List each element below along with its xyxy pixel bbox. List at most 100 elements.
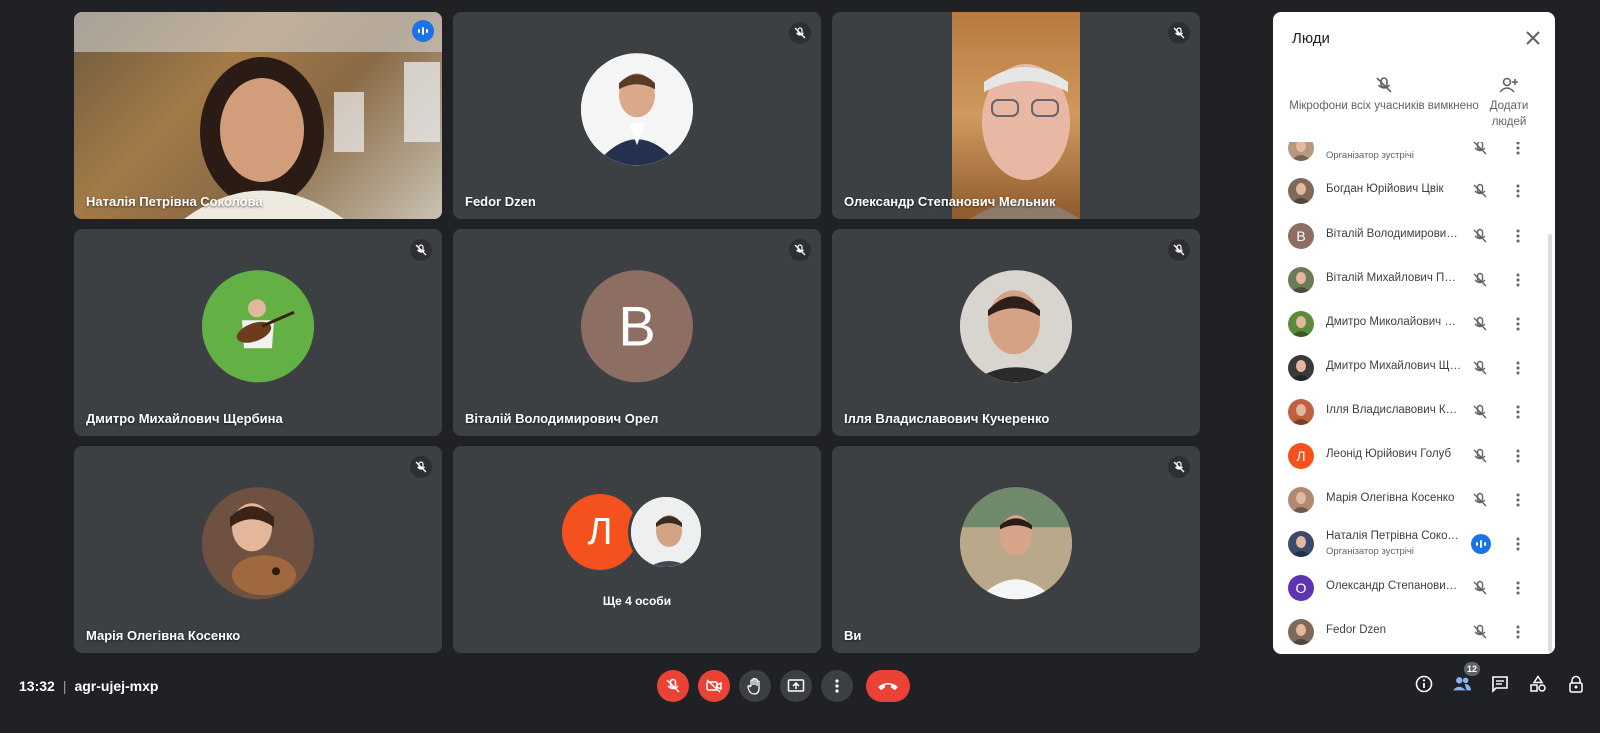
more-participants-avatars: Л bbox=[562, 494, 712, 570]
mic-off-icon bbox=[410, 239, 432, 261]
more-vert-icon[interactable] bbox=[1510, 359, 1526, 377]
more-vert-icon[interactable] bbox=[1510, 579, 1526, 597]
video-tile[interactable]: Марія Олегівна Косенко bbox=[74, 446, 442, 653]
camera-toggle-button[interactable] bbox=[698, 670, 730, 702]
participant-name: Олександр Степанович Мельник bbox=[1326, 580, 1462, 592]
video-tile[interactable]: Fedor Dzen bbox=[453, 12, 821, 219]
participant-initial-avatar: О bbox=[1288, 575, 1314, 601]
participant-name: Віталій Володимирович Орел bbox=[465, 411, 659, 426]
close-icon[interactable] bbox=[1523, 28, 1543, 48]
participant-avatar bbox=[1288, 311, 1314, 337]
present-icon bbox=[787, 679, 805, 692]
participant-avatar bbox=[1288, 355, 1314, 381]
more-vert-icon[interactable] bbox=[1510, 447, 1526, 465]
more-vert-icon[interactable] bbox=[1510, 491, 1526, 509]
video-tile[interactable]: Наталія Петрівна Соколова bbox=[74, 12, 442, 219]
participant-row[interactable]: Віталій Михайлович Поспєлов bbox=[1273, 258, 1547, 302]
mic-off-icon[interactable] bbox=[1471, 359, 1489, 377]
people-panel: Люди Мікрофони всіх учасників вимкнено Д… bbox=[1273, 12, 1555, 654]
mute-all-button[interactable]: Мікрофони всіх учасників вимкнено bbox=[1289, 72, 1479, 114]
more-vert-icon[interactable] bbox=[1510, 315, 1526, 333]
mic-off-icon bbox=[1168, 456, 1190, 478]
participant-role: Організатор зустрічі bbox=[1326, 546, 1414, 557]
video-tile[interactable]: В Віталій Володимирович Орел bbox=[453, 229, 821, 436]
mic-off-icon[interactable] bbox=[1471, 315, 1489, 333]
mic-off-icon[interactable] bbox=[1471, 142, 1489, 157]
participant-avatar bbox=[1288, 399, 1314, 425]
mic-off-icon[interactable] bbox=[1471, 623, 1489, 641]
participant-name: Дмитро Михайлович Щербина bbox=[86, 411, 283, 426]
participant-name: Марія Олегівна Косенко bbox=[86, 628, 241, 643]
mic-off-icon[interactable] bbox=[1471, 447, 1489, 465]
hang-up-icon bbox=[878, 683, 898, 690]
meeting-code[interactable]: agr-ujej-mxp bbox=[74, 678, 158, 694]
participant-row[interactable]: В Віталій Володимирович Орел bbox=[1273, 214, 1547, 258]
people-button[interactable]: 12 bbox=[1452, 662, 1480, 694]
mic-off-icon[interactable] bbox=[1471, 491, 1489, 509]
speaking-indicator-icon bbox=[1471, 534, 1491, 554]
more-vert-icon[interactable] bbox=[1510, 535, 1526, 553]
more-vert-icon[interactable] bbox=[1510, 182, 1526, 200]
participant-list-scrollbar[interactable] bbox=[1548, 234, 1552, 652]
participant-row[interactable]: Ілля Владиславович Кучеренко bbox=[1273, 390, 1547, 434]
participant-row[interactable]: О Олександр Степанович Мельник bbox=[1273, 566, 1547, 610]
hand-icon bbox=[747, 677, 760, 695]
more-vert-icon[interactable] bbox=[1510, 142, 1526, 157]
more-vert-icon[interactable] bbox=[1510, 271, 1526, 289]
participant-name: Наталія Петрівна Соколова bbox=[1326, 530, 1462, 542]
participant-avatar bbox=[960, 269, 1072, 382]
participant-initial-avatar: Л bbox=[562, 494, 638, 570]
raise-hand-button[interactable] bbox=[739, 670, 771, 702]
meeting-details-button[interactable] bbox=[1414, 674, 1434, 694]
add-people-button[interactable]: Додати людей bbox=[1479, 72, 1539, 130]
participant-video bbox=[74, 12, 442, 219]
activities-button[interactable] bbox=[1528, 674, 1548, 694]
more-vert-icon[interactable] bbox=[1510, 623, 1526, 641]
participant-row[interactable]: Fedor Dzen bbox=[1273, 610, 1547, 654]
participant-avatar bbox=[1288, 267, 1314, 293]
participant-avatar bbox=[202, 269, 314, 382]
chat-button[interactable] bbox=[1490, 674, 1510, 694]
participant-initial-avatar: Л bbox=[1288, 443, 1314, 469]
video-tile[interactable]: Олександр Степанович Мельник bbox=[832, 12, 1200, 219]
more-vert-icon[interactable] bbox=[1510, 227, 1526, 245]
participant-row[interactable]: Дмитро Михайлович Щербина bbox=[1273, 346, 1547, 390]
speaking-indicator-icon bbox=[412, 20, 434, 42]
participant-row[interactable]: Богдан Юрійович Цвік bbox=[1273, 169, 1547, 213]
participant-name: Віталій Володимирович Орел bbox=[1326, 228, 1462, 240]
present-screen-button[interactable] bbox=[780, 670, 812, 702]
people-count-badge: 12 bbox=[1463, 662, 1480, 676]
participant-name: Марія Олегівна Косенко bbox=[1326, 492, 1455, 504]
bottom-toolbar: 13:32 | agr-ujej-mxp 12 bbox=[0, 660, 1600, 716]
participant-avatar bbox=[1288, 487, 1314, 513]
participant-name: Віталій Михайлович Поспєлов bbox=[1326, 272, 1462, 284]
participant-row[interactable]: Марія Олегівна Косенко bbox=[1273, 478, 1547, 522]
mic-off-icon[interactable] bbox=[1471, 579, 1489, 597]
video-tile[interactable]: Ілля Владиславович Кучеренко bbox=[832, 229, 1200, 436]
host-controls-button[interactable] bbox=[1566, 674, 1586, 694]
meeting-time: 13:32 bbox=[19, 678, 55, 694]
call-controls bbox=[657, 670, 910, 704]
more-options-button[interactable] bbox=[821, 670, 853, 702]
participant-row[interactable]: Наталія Петрівна Соколова Організатор зус… bbox=[1273, 522, 1547, 566]
participant-initial-avatar: В bbox=[1288, 223, 1314, 249]
mic-off-icon[interactable] bbox=[1471, 271, 1489, 289]
participant-row[interactable]: Л Леонід Юрійович Голуб bbox=[1273, 434, 1547, 478]
mic-off-icon[interactable] bbox=[1471, 182, 1489, 200]
leave-call-button[interactable] bbox=[866, 670, 910, 702]
video-tile[interactable]: Дмитро Михайлович Щербина bbox=[74, 229, 442, 436]
more-participants-tile[interactable]: Л Ще 4 особи bbox=[453, 446, 821, 653]
video-grid: Наталія Петрівна Соколова Fedor Dzen Оле… bbox=[74, 12, 1202, 653]
mic-off-icon[interactable] bbox=[1471, 403, 1489, 421]
self-video-tile[interactable]: Ви bbox=[832, 446, 1200, 653]
chat-icon bbox=[1492, 676, 1508, 693]
mic-off-icon[interactable] bbox=[1471, 227, 1489, 245]
mic-toggle-button[interactable] bbox=[657, 670, 689, 702]
participant-avatar bbox=[202, 486, 314, 599]
participant-video bbox=[952, 12, 1080, 219]
participant-row[interactable]: Організатор зустрічі bbox=[1273, 142, 1547, 170]
info-icon bbox=[1415, 675, 1433, 693]
participant-avatar bbox=[1288, 178, 1314, 204]
more-vert-icon[interactable] bbox=[1510, 403, 1526, 421]
participant-row[interactable]: Дмитро Миколайович Чорний bbox=[1273, 302, 1547, 346]
